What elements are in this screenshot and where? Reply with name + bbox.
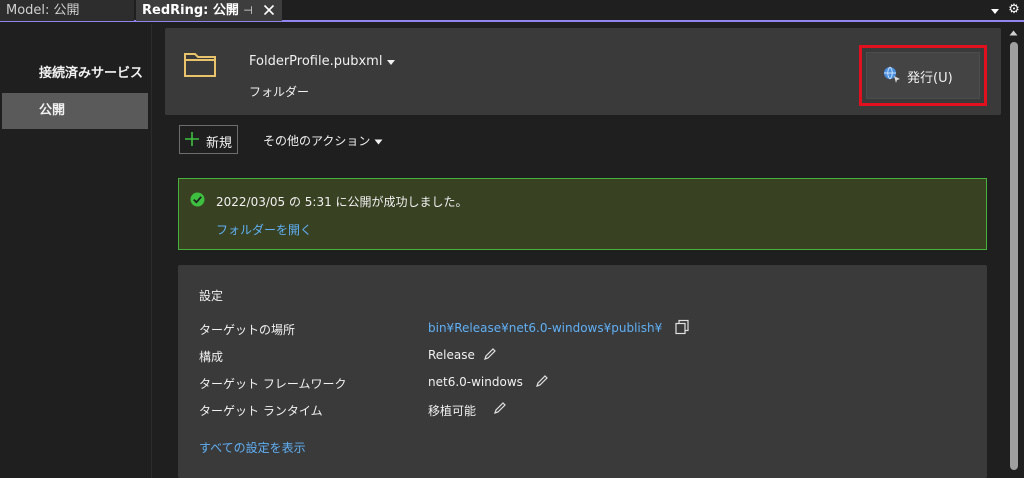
sidebar-item-label: 公開 [39,103,66,118]
publish-success-message: 2022/03/05 の 5:31 に公開が成功しました。 フォルダーを開く [178,178,987,250]
settings-label: ターゲット ランタイム [199,404,323,418]
plus-icon [185,132,199,146]
other-actions-dropdown[interactable]: その他のアクション [263,132,383,149]
folder-icon [184,53,216,77]
settings-value: 移植可能 [428,404,477,418]
target-location-link[interactable]: bin¥Release¥net6.0-windows¥publish¥ [428,321,662,335]
document-tab-bar: Model: 公開 RedRing: 公開 ⊣ ⚙ [0,0,1024,22]
other-actions-label: その他のアクション [263,134,371,148]
settings-row-configuration: 構成 Release [178,348,987,368]
sidebar: 接続済みサービス 公開 [0,24,152,478]
pencil-icon[interactable] [483,347,497,361]
publish-button[interactable]: 発行(U) [866,52,980,99]
settings-title: 設定 [199,289,224,303]
copy-icon[interactable] [674,319,690,335]
new-button-label: 新規 [206,136,233,151]
sidebar-item-connected-services[interactable]: 接続済みサービス [2,56,148,92]
tab-label: RedRing: 公開 [142,3,239,18]
settings-value: net6.0-windows [428,375,523,389]
publish-button-label: 発行(U) [907,71,953,86]
gear-icon[interactable]: ⚙ [1007,3,1021,17]
chevron-down-icon[interactable] [989,5,1001,17]
close-icon[interactable] [261,2,277,18]
chevron-down-icon [374,139,383,144]
pin-icon[interactable]: ⊣ [241,4,255,18]
pencil-icon[interactable] [493,401,507,415]
globe-publish-icon [884,66,900,83]
sidebar-item-label: 接続済みサービス [39,66,144,81]
vertical-scrollbar[interactable] [1003,24,1024,478]
tab-label: Model: 公開 [6,3,80,18]
chevron-down-icon[interactable] [386,58,396,66]
new-profile-button[interactable]: 新規 [179,125,238,154]
profile-name[interactable]: FolderProfile.pubxml [249,54,382,69]
publish-profile-card: FolderProfile.pubxml フォルダー 発行(U) [165,28,1001,115]
settings-label: ターゲットの場所 [199,323,296,337]
chevron-up-icon[interactable] [1009,30,1018,36]
tab-model-publish[interactable]: Model: 公開 [0,0,134,21]
pencil-icon[interactable] [535,374,549,388]
success-message-text: 2022/03/05 の 5:31 に公開が成功しました。 [216,195,468,209]
show-all-settings-link[interactable]: すべての設定を表示 [199,439,306,456]
profile-type: フォルダー [249,85,310,99]
settings-value: Release [428,348,475,362]
settings-label: ターゲット フレームワーク [199,377,347,391]
scrollbar-thumb[interactable] [1010,42,1018,470]
settings-label: 構成 [199,350,224,364]
settings-row-target-framework: ターゲット フレームワーク net6.0-windows [178,375,987,395]
settings-row-target-runtime: ターゲット ランタイム 移植可能 [178,402,987,422]
open-folder-link[interactable]: フォルダーを開く [216,221,312,238]
settings-row-target-location: ターゲットの場所 bin¥Release¥net6.0-windows¥publ… [178,319,987,341]
check-circle-icon [190,192,205,207]
sidebar-item-publish[interactable]: 公開 [2,93,148,129]
settings-card: 設定 ターゲットの場所 bin¥Release¥net6.0-windows¥p… [178,265,987,478]
main-content: FolderProfile.pubxml フォルダー 発行(U) 新規 その他の… [153,24,1003,478]
